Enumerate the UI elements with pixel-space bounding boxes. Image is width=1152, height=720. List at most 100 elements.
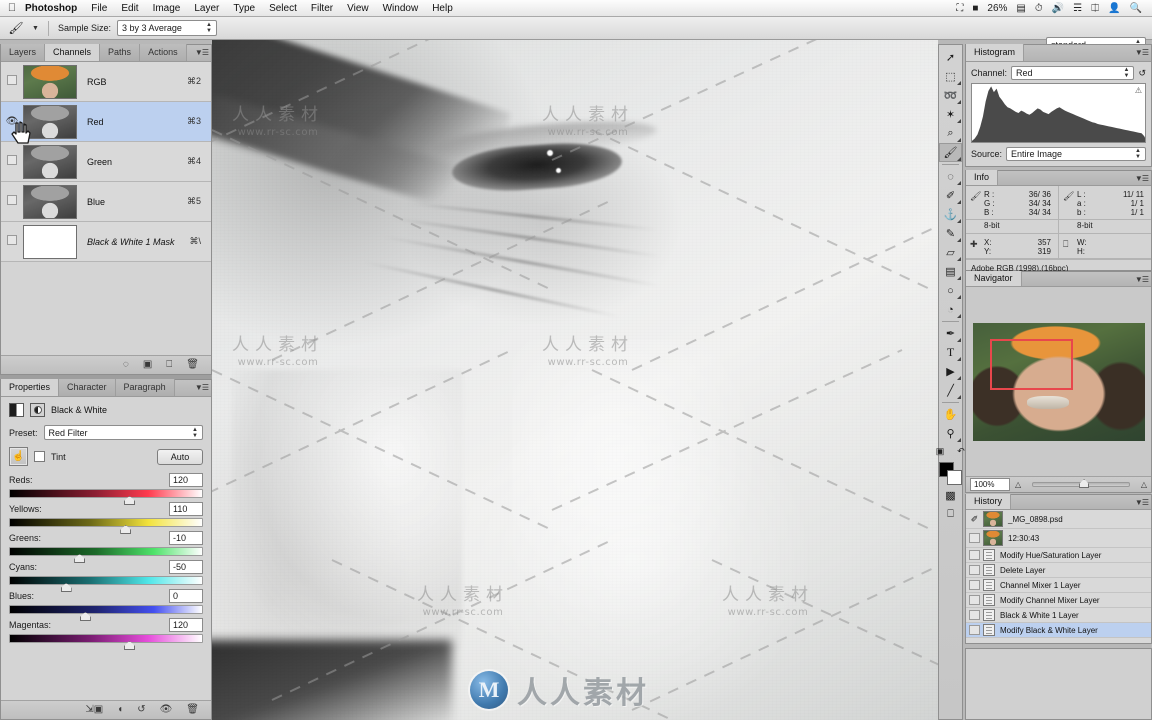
user-icon[interactable]: 👤 [1108, 3, 1120, 14]
history-snapshot-row[interactable]: 12:30:43 [966, 529, 1151, 548]
menu-item-help[interactable]: Help [425, 0, 460, 17]
tab-character[interactable]: Character [59, 379, 116, 396]
history-brush-source-toggle[interactable] [969, 580, 980, 590]
channel-visibility-toggle[interactable] [1, 195, 23, 208]
history-brush-source-toggle[interactable] [969, 610, 980, 620]
channel-visibility-toggle[interactable]: 👁 [1, 116, 23, 127]
timemachine-icon[interactable]: ⏱ [1035, 3, 1043, 14]
history-state-row[interactable]: Black & White 1 Layer [966, 608, 1151, 623]
default-colors-icon[interactable]: ▣ [932, 444, 949, 459]
history-state-row[interactable]: Modify Hue/Saturation Layer [966, 548, 1151, 563]
tab-paragraph[interactable]: Paragraph [115, 379, 175, 396]
dodge-tool[interactable]: ◔ [939, 300, 962, 319]
channel-visibility-toggle[interactable] [1, 235, 23, 248]
volume-icon[interactable]: 🔊 [1052, 3, 1064, 14]
gradient-tool[interactable]: ▤ [939, 262, 962, 281]
panel-menu-icon[interactable]: ▼☰ [195, 48, 209, 57]
histogram-source-select[interactable]: Entire Image ▲ ▼ [1006, 147, 1146, 161]
load-channel-as-selection-icon[interactable]: ◌ [123, 360, 129, 370]
line-tool[interactable]: ╱ [939, 381, 962, 400]
channel-row-bw-mask[interactable]: Black & White 1 Mask ⌘\ [1, 222, 211, 262]
zoom-level-input[interactable]: 100% [970, 478, 1010, 491]
panel-menu-icon[interactable]: ▼☰ [195, 383, 209, 392]
tab-properties[interactable]: Properties [1, 379, 60, 396]
history-brush-source-icon[interactable]: ✐ [969, 514, 980, 524]
menu-item-filter[interactable]: Filter [304, 0, 340, 17]
spot-healing-brush-tool[interactable]: ◌ [939, 167, 962, 186]
menu-item-select[interactable]: Select [262, 0, 304, 17]
toggle-visibility-icon[interactable]: 👁 [160, 705, 173, 715]
brush-tool[interactable]: ✐ [939, 186, 962, 205]
sample-size-select[interactable]: 3 by 3 Average ▲ ▼ [116, 20, 217, 36]
zoom-slider-track[interactable] [1032, 479, 1130, 488]
slider-value[interactable]: 110 [169, 502, 203, 516]
refresh-icon[interactable]: ↺ [1138, 68, 1146, 79]
history-state-row[interactable]: Modify Channel Mixer Layer [966, 593, 1151, 608]
slider-track[interactable] [9, 605, 203, 621]
navigator-preview-area[interactable] [966, 287, 1151, 476]
reset-icon[interactable]: ↺ [137, 705, 145, 715]
panel-menu-icon[interactable]: ▼☰ [1135, 48, 1149, 57]
zoom-out-icon[interactable]: △ [1015, 480, 1021, 489]
histogram-channel-select[interactable]: Red ▲ ▼ [1011, 66, 1135, 80]
slider-track[interactable] [9, 547, 203, 563]
menu-item-file[interactable]: File [84, 0, 114, 17]
history-state-row-selected[interactable]: Modify Black & White Layer [966, 623, 1151, 638]
history-snapshot-row[interactable]: ✐ _MG_0898.psd [966, 510, 1151, 529]
history-brush-source-toggle[interactable] [969, 565, 980, 575]
path-selection-tool[interactable]: ▶ [939, 362, 962, 381]
channel-visibility-toggle[interactable] [1, 155, 23, 168]
menu-item-type[interactable]: Type [226, 0, 262, 17]
history-brush-tool[interactable]: ✎ [939, 224, 962, 243]
channel-visibility-toggle[interactable] [1, 75, 23, 88]
on-image-adjust-icon[interactable]: ☝ [9, 447, 28, 466]
tab-navigator[interactable]: Navigator [966, 271, 1022, 286]
screen-record-icon[interactable]: ⛶ [956, 3, 963, 14]
battery-icon[interactable]: ▤ [1016, 3, 1025, 14]
zoom-slider-knob[interactable] [1079, 479, 1090, 488]
auto-button[interactable]: Auto [157, 448, 203, 465]
menu-item-window[interactable]: Window [376, 0, 426, 17]
history-brush-source-toggle[interactable] [969, 625, 980, 635]
channel-row-rgb[interactable]: RGB ⌘2 [1, 62, 211, 102]
wifi-icon[interactable]: ☴ [1073, 3, 1082, 14]
eyedropper-icon[interactable]: 🖌 [6, 19, 26, 37]
history-state-row[interactable]: Channel Mixer 1 Layer [966, 578, 1151, 593]
panel-menu-icon[interactable]: ▼☰ [1135, 498, 1149, 507]
eraser-tool[interactable]: ▱ [939, 243, 962, 262]
preset-select[interactable]: Red Filter ▲ ▼ [43, 425, 203, 440]
lasso-tool[interactable]: ➿ [939, 86, 962, 105]
bluetooth-icon[interactable]: ⎅ [1091, 3, 1099, 14]
slider-track[interactable] [9, 634, 203, 650]
slider-value[interactable]: 0 [169, 589, 203, 603]
marquee-tool[interactable]: ⬚ [939, 67, 962, 86]
pen-tool[interactable]: ✒ [939, 324, 962, 343]
tab-paths[interactable]: Paths [100, 44, 141, 61]
tab-histogram[interactable]: Histogram [966, 44, 1025, 61]
tab-channels[interactable]: Channels [45, 44, 101, 61]
delete-adjustment-icon[interactable]: 🗑 [186, 705, 199, 715]
image-canvas[interactable]: 人人素材 www.rr-sc.com 人人素材 www.rr-sc.com 人人素材… [212, 40, 938, 720]
history-brush-source-toggle[interactable] [969, 550, 980, 560]
panel-menu-icon[interactable]: ▼☰ [1135, 275, 1149, 284]
menu-item-image[interactable]: Image [146, 0, 188, 17]
menu-item-view[interactable]: View [340, 0, 376, 17]
history-brush-source-toggle[interactable] [969, 595, 980, 605]
delete-channel-icon[interactable]: 🗑 [186, 360, 199, 370]
color-swatches[interactable] [938, 462, 963, 486]
channel-row-blue[interactable]: Blue ⌘5 [1, 182, 211, 222]
tab-info[interactable]: Info [966, 170, 999, 185]
slider-track[interactable] [9, 489, 203, 505]
blur-tool[interactable]: ○ [939, 281, 962, 300]
cached-data-warning-icon[interactable]: ⚠ [1135, 86, 1142, 95]
channel-row-green[interactable]: Green ⌘4 [1, 142, 211, 182]
display-icon[interactable]: ■ [972, 3, 978, 14]
slider-knob[interactable] [124, 641, 136, 650]
view-proxy-rectangle[interactable] [989, 338, 1073, 390]
slider-value[interactable]: -50 [169, 560, 203, 574]
screen-mode-icon[interactable]: ⎕ [939, 505, 962, 524]
chevron-down-icon[interactable]: ▼ [32, 25, 39, 32]
hand-tool[interactable]: ✋ [939, 405, 962, 424]
menu-item-edit[interactable]: Edit [114, 0, 145, 17]
channel-row-red[interactable]: 👁 Red ⌘3 [1, 102, 211, 142]
